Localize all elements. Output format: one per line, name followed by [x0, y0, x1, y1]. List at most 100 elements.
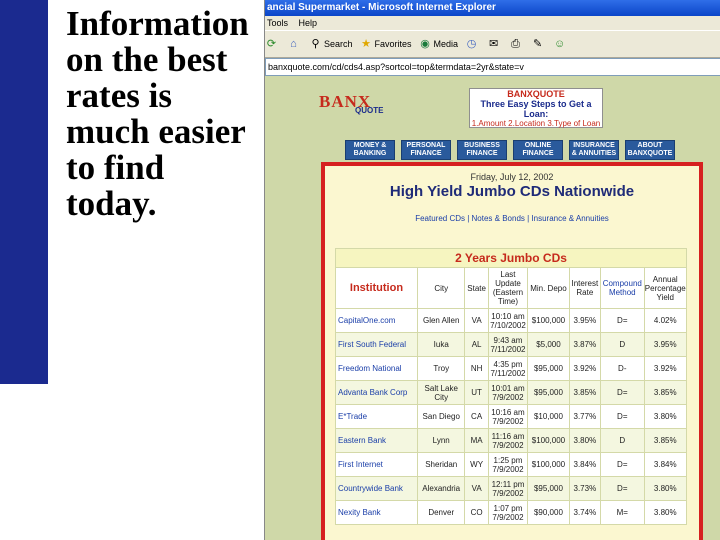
cell-institution[interactable]: CapitalOne.com [335, 308, 418, 333]
cell-institution[interactable]: First Internet [335, 452, 418, 477]
nav-business-finance[interactable]: BUSINESS FINANCE [457, 140, 507, 160]
search-label: Search [324, 39, 353, 49]
table-row: Freedom National Troy NH 4:35 pm 7/11/2002 $… [335, 356, 688, 381]
cell-state: VA [464, 476, 489, 501]
steps-items: 1.Amount 2.Location 3.Type of Loan [471, 119, 601, 128]
cell-state: CA [464, 404, 489, 429]
loan-steps-banner[interactable]: BANXQUOTE Three Easy Steps to Get a Loan… [469, 88, 603, 128]
cell-city: San Diego [416, 404, 466, 429]
nav-insurance-annuities[interactable]: INSURANCE & ANNUITIES [569, 140, 619, 160]
site-nav: MONEY & BANKING PERSONAL FINANCE BUSINES… [345, 140, 681, 160]
cell-compound-method: D= [600, 380, 645, 405]
favorites-label: Favorites [374, 39, 412, 49]
cell-state: CO [464, 500, 489, 525]
cell-apy: 3.85% [643, 428, 688, 453]
cell-last-update: 9:43 am 7/11/2002 [487, 332, 529, 357]
cell-compound-method: D- [600, 356, 645, 381]
cell-institution[interactable]: Freedom National [335, 356, 418, 381]
browser-window: ancial Supermarket - Microsoft Internet … [264, 0, 720, 540]
table-row: Advanta Bank Corp Salt Lake City UT 10:01 a… [335, 380, 688, 405]
rates-panel: Friday, July 12, 2002 High Yield Jumbo C… [321, 162, 703, 540]
cell-state: MA [464, 428, 489, 453]
history-button[interactable]: ◷ [465, 38, 480, 51]
cell-interest-rate: 3.74% [568, 500, 602, 525]
cell-institution[interactable]: Eastern Bank [335, 428, 418, 453]
cell-institution[interactable]: Nexity Bank [335, 500, 418, 525]
cell-last-update: 11:16 am 7/9/2002 [487, 428, 529, 453]
cell-state: VA [464, 308, 489, 333]
cell-min-deposit: $90,000 [527, 500, 570, 525]
messenger-button[interactable]: ☺ [553, 38, 568, 51]
cell-institution[interactable]: E*Trade [335, 404, 418, 429]
media-button[interactable]: ◉ Media [419, 37, 459, 51]
cell-apy: 3.80% [643, 476, 688, 501]
cell-state: NH [464, 356, 489, 381]
edit-button[interactable]: ✎ [531, 38, 546, 51]
menu-tools[interactable]: Tools [267, 18, 288, 28]
cell-compound-method: D= [600, 476, 645, 501]
search-button[interactable]: ⚲ Search [309, 37, 353, 51]
print-button[interactable]: ⎙ [509, 38, 524, 51]
nav-money-banking[interactable]: MONEY & BANKING [345, 140, 395, 160]
cell-state: AL [464, 332, 489, 357]
page-date: Friday, July 12, 2002 [470, 172, 554, 182]
col-compound-method[interactable]: Compound Method [600, 267, 645, 309]
nav-personal-finance[interactable]: PERSONAL FINANCE [401, 140, 451, 160]
cell-last-update: 10:16 am 7/9/2002 [487, 404, 529, 429]
menu-help[interactable]: Help [299, 18, 318, 28]
print-icon: ⎙ [511, 37, 520, 50]
cell-institution[interactable]: Advanta Bank Corp [335, 380, 418, 405]
col-apy: Annual Percentage Yield [643, 267, 688, 309]
cell-city: Alexandria [416, 476, 466, 501]
col-interest-rate: Interest Rate [568, 267, 602, 309]
cell-min-deposit: $95,000 [527, 356, 570, 381]
col-city: City [416, 267, 466, 309]
window-title: ancial Supermarket - Microsoft Internet … [265, 0, 720, 16]
table-row: Eastern Bank Lynn MA 11:16 am 7/9/2002 $100,… [335, 428, 688, 453]
favorites-button[interactable]: ★ Favorites [360, 37, 412, 51]
cell-compound-method: D= [600, 452, 645, 477]
cell-last-update: 12:11 pm 7/9/2002 [487, 476, 529, 501]
sub-links[interactable]: Featured CDs | Notes & Bonds | Insurance… [325, 214, 699, 223]
cell-city: Salt Lake City [416, 380, 466, 405]
cell-compound-method: D= [600, 308, 645, 333]
cell-compound-method: D [600, 428, 645, 453]
cell-min-deposit: $100,000 [527, 452, 570, 477]
cell-interest-rate: 3.87% [568, 332, 602, 357]
search-icon: ⚲ [311, 37, 320, 50]
home-button[interactable]: ⌂ [287, 38, 302, 51]
col-institution[interactable]: Institution [335, 267, 418, 309]
nav-online-finance[interactable]: ONLINE FINANCE [513, 140, 563, 160]
cell-interest-rate: 3.85% [568, 380, 602, 405]
cell-last-update: 1:25 pm 7/9/2002 [487, 452, 529, 477]
col-last-update: Last Update (Eastern Time) [487, 267, 529, 309]
cell-city: Troy [416, 356, 466, 381]
rates-table: 2 Years Jumbo CDs Institution City State… [335, 248, 688, 525]
banxquote-logo-sub: QUOTE [355, 106, 384, 115]
cell-institution[interactable]: First South Federal [335, 332, 418, 357]
cell-city: Iuka [416, 332, 466, 357]
cell-state: WY [464, 452, 489, 477]
cell-interest-rate: 3.77% [568, 404, 602, 429]
table-row: Countrywide Bank Alexandria VA 12:11 pm 7/9… [335, 476, 688, 501]
address-field[interactable]: banxquote.com/cd/cds4.asp?sortcol=top&te… [265, 58, 720, 76]
media-icon: ◉ [420, 37, 430, 50]
cell-last-update: 10:01 am 7/9/2002 [487, 380, 529, 405]
star-icon: ★ [361, 37, 371, 50]
nav-about-banxquote[interactable]: ABOUT BANXQUOTE [625, 140, 675, 160]
cell-apy: 3.80% [643, 404, 688, 429]
menu-bar: Tools Help [265, 16, 720, 30]
cell-interest-rate: 3.80% [568, 428, 602, 453]
cell-interest-rate: 3.95% [568, 308, 602, 333]
slide-text: Information on the best rates is much ea… [66, 4, 249, 223]
mail-button[interactable]: ✉ [487, 38, 502, 51]
cell-min-deposit: $100,000 [527, 428, 570, 453]
cell-min-deposit: $100,000 [527, 308, 570, 333]
cell-institution[interactable]: Countrywide Bank [335, 476, 418, 501]
cell-compound-method: D [600, 332, 645, 357]
refresh-button[interactable]: ⟳ [265, 38, 280, 51]
media-label: Media [433, 39, 459, 49]
messenger-icon: ☺ [553, 37, 566, 50]
cell-last-update: 10:10 am 7/10/2002 [487, 308, 529, 333]
cell-compound-method: M= [600, 500, 645, 525]
